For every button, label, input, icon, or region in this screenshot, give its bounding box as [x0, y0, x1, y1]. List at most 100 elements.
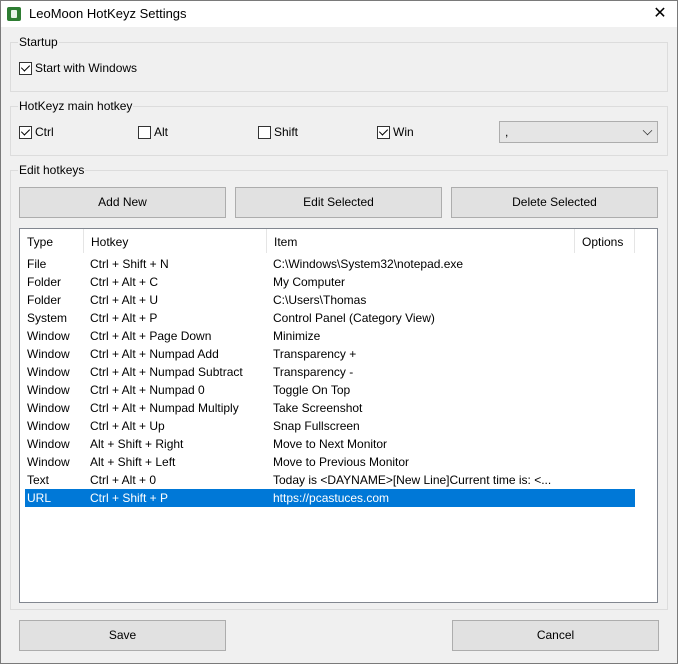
cell-options — [581, 489, 635, 507]
column-header-options[interactable]: Options — [575, 229, 635, 253]
cell-options — [581, 291, 635, 309]
cell-hotkey: Ctrl + Alt + Page Down — [90, 329, 212, 343]
cell-item: Transparency - — [273, 365, 354, 379]
cell-hotkey: Ctrl + Alt + Numpad 0 — [90, 383, 205, 397]
win-checkbox[interactable]: Win — [377, 125, 414, 139]
ctrl-checkbox[interactable]: Ctrl — [19, 125, 54, 139]
cell-hotkey: Ctrl + Alt + C — [90, 275, 159, 289]
alt-checkbox[interactable]: Alt — [138, 125, 168, 139]
win-check-icon[interactable] — [377, 125, 390, 139]
start-with-windows-check-icon[interactable] — [19, 61, 32, 75]
hotkey-key-dropdown[interactable]: , — [499, 121, 658, 143]
list-header: Type Hotkey Item Options — [20, 229, 657, 253]
hotkey-key-value: , — [505, 125, 509, 139]
delete-selected-button[interactable]: Delete Selected — [451, 187, 658, 218]
edit-hotkeys-group-label: Edit hotkeys — [18, 163, 86, 177]
close-button[interactable]: ✕ — [649, 4, 671, 24]
cell-options — [581, 273, 635, 291]
shift-checkbox[interactable]: Shift — [258, 125, 298, 139]
cell-type: System — [27, 311, 68, 325]
cell-item: Snap Fullscreen — [273, 419, 360, 433]
cell-item: Transparency + — [273, 347, 357, 361]
alt-check-icon[interactable] — [138, 125, 151, 139]
hotkeys-list[interactable]: Type Hotkey Item Options File Ctrl + Shif… — [19, 228, 658, 603]
cell-hotkey: Ctrl + Alt + Numpad Subtract — [90, 365, 243, 379]
table-row[interactable]: File Ctrl + Shift + N C:\Windows\System32\… — [25, 255, 635, 273]
cell-type: Window — [27, 365, 70, 379]
cell-type: Window — [27, 347, 70, 361]
title-bar[interactable]: LeoMoon HotKeyz Settings ✕ — [1, 1, 677, 27]
table-row[interactable]: Text Ctrl + Alt + 0 Today is <DAYNAME>[New… — [25, 471, 635, 489]
cell-hotkey: Ctrl + Alt + Up — [90, 419, 165, 433]
cell-options — [581, 471, 635, 489]
cell-options — [581, 399, 635, 417]
cell-hotkey: Ctrl + Alt + U — [90, 293, 159, 307]
save-button[interactable]: Save — [19, 620, 226, 651]
chevron-down-icon[interactable] — [642, 125, 653, 136]
startup-group-label: Startup — [18, 35, 59, 49]
cell-item: Control Panel (Category View) — [273, 311, 435, 325]
cell-type: Window — [27, 437, 70, 451]
column-header-hotkey[interactable]: Hotkey — [84, 229, 267, 253]
cell-options — [581, 381, 635, 399]
table-row[interactable]: System Ctrl + Alt + P Control Panel (Categ… — [25, 309, 635, 327]
cell-item: Today is <DAYNAME>[New Line]Current time… — [273, 473, 552, 487]
cancel-button[interactable]: Cancel — [452, 620, 659, 651]
cell-type: File — [27, 257, 47, 271]
table-row[interactable]: Window Ctrl + Alt + Page Down Minimize — [25, 327, 635, 345]
cell-item: Move to Previous Monitor — [273, 455, 410, 469]
table-row[interactable]: Window Ctrl + Alt + Numpad 0 Toggle On Top — [25, 381, 635, 399]
table-row[interactable]: Window Alt + Shift + Right Move to Next Mo… — [25, 435, 635, 453]
table-row[interactable]: URL Ctrl + Shift + P https://pcastuces.com — [25, 489, 635, 507]
table-row[interactable]: Window Ctrl + Alt + Up Snap Fullscreen — [25, 417, 635, 435]
cell-item: Move to Next Monitor — [273, 437, 388, 451]
cell-type: Folder — [27, 275, 62, 289]
cell-type: Window — [27, 401, 70, 415]
ctrl-label: Ctrl — [35, 125, 54, 139]
settings-window: LeoMoon HotKeyz Settings ✕ Startup Start… — [0, 0, 678, 664]
add-new-button[interactable]: Add New — [19, 187, 226, 218]
main-hotkey-group-label: HotKeyz main hotkey — [18, 99, 134, 113]
cell-type: Window — [27, 329, 70, 343]
cell-item: C:\Windows\System32\notepad.exe — [273, 257, 464, 271]
table-row[interactable]: Window Ctrl + Alt + Numpad Multiply Take S… — [25, 399, 635, 417]
cell-hotkey: Ctrl + Alt + P — [90, 311, 158, 325]
table-row[interactable]: Window Alt + Shift + Left Move to Previous… — [25, 453, 635, 471]
cell-type: Window — [27, 419, 70, 433]
cell-options — [581, 255, 635, 273]
cell-type: URL — [27, 491, 52, 505]
cell-type: Window — [27, 383, 70, 397]
column-header-type[interactable]: Type — [20, 229, 84, 253]
table-row[interactable]: Folder Ctrl + Alt + C My Computer — [25, 273, 635, 291]
cell-options — [581, 309, 635, 327]
cell-hotkey: Alt + Shift + Right — [90, 437, 184, 451]
ctrl-check-icon[interactable] — [19, 125, 32, 139]
cell-options — [581, 435, 635, 453]
cell-item: Toggle On Top — [273, 383, 351, 397]
cell-item: Take Screenshot — [273, 401, 363, 415]
cell-options — [581, 453, 635, 471]
shift-check-icon[interactable] — [258, 125, 271, 139]
cell-hotkey: Ctrl + Alt + Numpad Multiply — [90, 401, 239, 415]
cell-item: Minimize — [273, 329, 321, 343]
table-row[interactable]: Window Ctrl + Alt + Numpad Add Transparenc… — [25, 345, 635, 363]
window-title: LeoMoon HotKeyz Settings — [29, 6, 187, 21]
cell-type: Text — [27, 473, 50, 487]
cell-hotkey: Ctrl + Shift + N — [90, 257, 169, 271]
cell-hotkey: Alt + Shift + Left — [90, 455, 176, 469]
win-label: Win — [393, 125, 414, 139]
cell-options — [581, 345, 635, 363]
cell-item: My Computer — [273, 275, 346, 289]
cell-options — [581, 327, 635, 345]
start-with-windows-checkbox[interactable]: Start with Windows — [19, 61, 137, 75]
cell-type: Folder — [27, 293, 62, 307]
column-header-item[interactable]: Item — [267, 229, 575, 253]
table-row[interactable]: Folder Ctrl + Alt + U C:\Users\Thomas — [25, 291, 635, 309]
shift-label: Shift — [274, 125, 299, 139]
edit-selected-button[interactable]: Edit Selected — [235, 187, 442, 218]
table-row[interactable]: Window Ctrl + Alt + Numpad Subtract Transp… — [25, 363, 635, 381]
alt-label: Alt — [154, 125, 169, 139]
cell-item: C:\Users\Thomas — [273, 293, 367, 307]
cell-item: https://pcastuces.com — [273, 491, 390, 505]
app-icon — [7, 7, 21, 21]
